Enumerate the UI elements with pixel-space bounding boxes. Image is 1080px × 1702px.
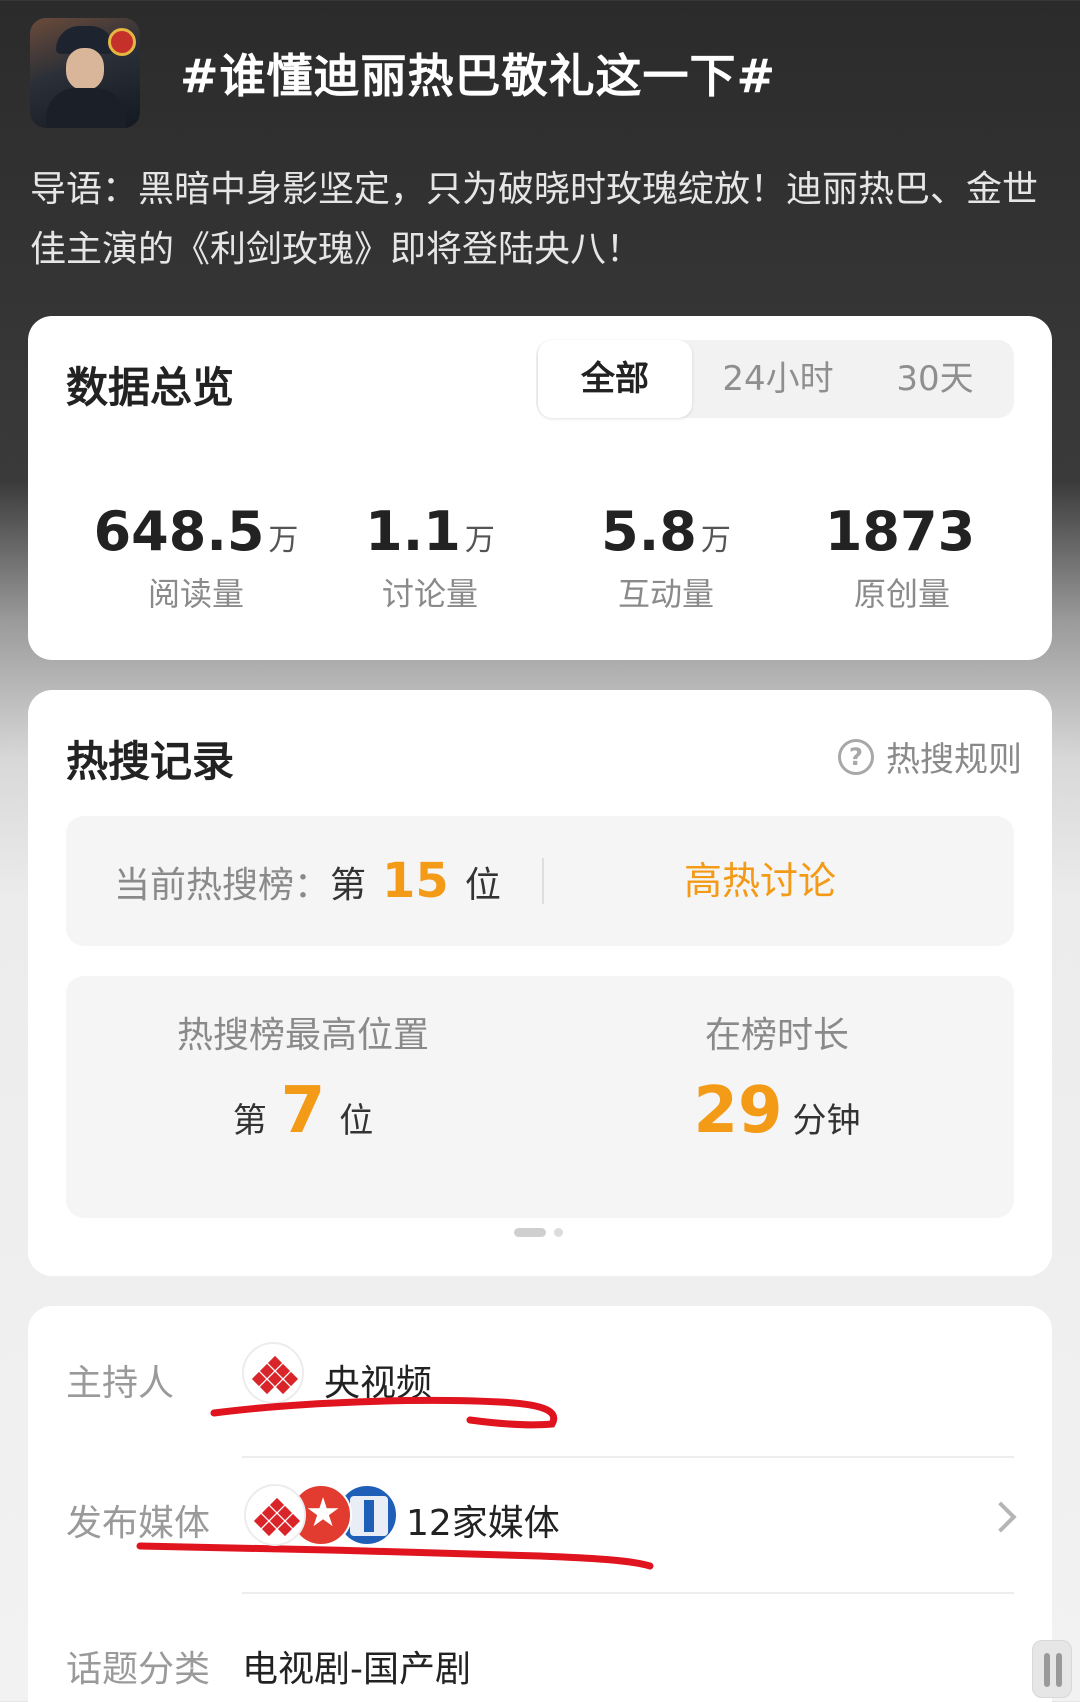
peak-rank-value: 7: [280, 1074, 326, 1148]
chevron-right-icon[interactable]: [985, 1501, 1017, 1533]
host-label: 主持人: [66, 1363, 175, 1404]
current-rank-text: 当前热搜榜：第 15 位: [114, 816, 501, 946]
current-rank-prefix: 第: [330, 865, 367, 906]
category-value: 电视剧-国产剧: [242, 1649, 471, 1690]
peak-rank-label: 热搜榜最高位置: [176, 1015, 429, 1056]
checker-pattern: [251, 1355, 299, 1395]
topic-intro: 导语：黑暗中身影坚定，只为破晓时玫瑰绽放！迪丽热巴、金世佳主演的《利剑玫瑰》即将…: [30, 169, 1039, 270]
hot-search-rules-link[interactable]: ? 热搜规则: [838, 732, 1022, 781]
cctv-video-logo-icon[interactable]: [242, 1342, 304, 1404]
stat-originals-value: 1873: [824, 500, 976, 563]
hot-discussion-tag: 高热讨论: [684, 859, 837, 903]
current-rank-label: 当前热搜榜：: [114, 865, 331, 906]
peak-rank-column: 热搜榜最高位置 第7位: [66, 1006, 540, 1148]
host-value[interactable]: 央视频: [324, 1354, 432, 1406]
topic-avatar[interactable]: [30, 18, 140, 128]
duration-column: 在榜时长 29 分钟: [540, 1006, 1014, 1148]
stat-discussions: 1.1 万 讨论量: [312, 500, 548, 615]
stat-discussions-label: 讨论量: [381, 575, 478, 613]
data-overview-card: 数据总览 全部 24小时 30天 648.5 万 阅读量 1.1 万 讨论量 5.8…: [28, 316, 1052, 660]
row-divider: [242, 1456, 1014, 1458]
hot-search-card: 热搜记录 ? 热搜规则 当前热搜榜：第 15 位 高热讨论 热搜榜最高位置 第7位 …: [28, 690, 1052, 1276]
duration-value-row: 29 分钟: [540, 1074, 1014, 1148]
topic-header: #谁懂迪丽热巴敬礼这一下#: [30, 18, 1050, 128]
duration-unit: 分钟: [792, 1101, 861, 1141]
xinhua-tower-shape: [364, 1500, 374, 1532]
carousel-dot-active: [514, 1228, 546, 1237]
current-rank-suffix: 位: [464, 865, 501, 906]
peak-rank-value-row: 第7位: [66, 1074, 540, 1148]
tab-30d[interactable]: 30天: [858, 340, 1012, 418]
row-divider: [242, 1592, 1014, 1594]
stat-originals: 1873 原创量: [784, 500, 1020, 615]
stat-reads-label: 阅读量: [147, 575, 244, 613]
cctv-video-logo-icon: [244, 1484, 306, 1546]
time-range-tabs: 全部 24小时 30天: [536, 340, 1014, 418]
topic-title: #谁懂迪丽热巴敬礼这一下#: [180, 49, 777, 103]
avatar-face-shape: [66, 48, 104, 90]
stat-reads-value: 648.5: [93, 500, 265, 563]
media-value[interactable]: 12家媒体: [406, 1494, 560, 1546]
media-label: 发布媒体: [66, 1503, 211, 1544]
tab-24h[interactable]: 24小时: [698, 340, 858, 418]
stat-reads: 648.5 万 阅读量: [78, 500, 314, 615]
carousel-dot: [554, 1228, 563, 1237]
overview-title: 数据总览: [66, 363, 235, 412]
topic-info-card: 主持人 央视频 发布媒体 ★ 12家媒体 话题分类 电视剧-国产剧: [28, 1306, 1052, 1702]
stat-interactions: 5.8 万 互动量: [548, 500, 784, 615]
current-rank-value: 15: [382, 853, 449, 909]
hot-stats-panel: 热搜榜最高位置 第7位 在榜时长 29 分钟: [66, 976, 1014, 1218]
question-circle-icon: ?: [838, 738, 874, 775]
current-rank-panel: 当前热搜榜：第 15 位 高热讨论: [66, 816, 1014, 946]
tab-all[interactable]: 全部: [538, 340, 692, 418]
stat-interactions-value: 5.8: [601, 500, 697, 563]
police-emblem-icon: [108, 28, 136, 56]
stat-discussions-unit: 万: [464, 523, 495, 558]
hot-search-title: 热搜记录: [66, 737, 235, 786]
duration-label: 在榜时长: [704, 1015, 849, 1056]
duration-value: 29: [693, 1074, 783, 1148]
peak-rank-prefix: 第: [232, 1101, 267, 1141]
stat-interactions-label: 互动量: [617, 575, 714, 613]
rank-divider: [542, 858, 544, 904]
scroll-handle[interactable]: [1032, 1640, 1072, 1698]
hot-search-rules-label: 热搜规则: [886, 740, 1022, 780]
stat-reads-unit: 万: [268, 523, 299, 558]
stat-interactions-unit: 万: [700, 523, 731, 558]
stat-originals-label: 原创量: [853, 575, 950, 613]
stat-discussions-value: 1.1: [365, 500, 461, 563]
peak-rank-suffix: 位: [339, 1101, 374, 1141]
checker-pattern: [253, 1497, 301, 1537]
category-label: 话题分类: [66, 1649, 211, 1690]
avatar-uniform-shape: [46, 88, 126, 128]
